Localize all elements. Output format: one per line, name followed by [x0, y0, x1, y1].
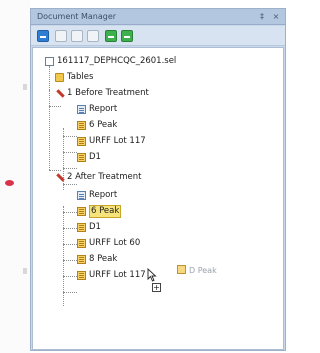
- panel-titlebar: Document Manager ‡ ×: [31, 9, 285, 25]
- pin-icon[interactable]: ‡: [257, 12, 267, 22]
- drag-copy-icon: +: [152, 283, 161, 292]
- sheet-icon: [177, 265, 186, 274]
- new-document-icon[interactable]: [55, 30, 67, 42]
- close-icon[interactable]: ×: [271, 12, 281, 22]
- remove-icon[interactable]: [121, 30, 133, 42]
- report-icon: [77, 191, 86, 200]
- paste-icon[interactable]: [87, 30, 99, 42]
- mouse-cursor-icon: [147, 268, 157, 282]
- sheet-icon: [77, 223, 86, 232]
- document-manager-panel: Document Manager ‡ × 161117_DEPHCQC_2601…: [30, 8, 286, 351]
- sheet-icon: [77, 239, 86, 248]
- sheet-icon: [77, 121, 86, 130]
- document-tree: 161117_DEPHCQC_2601.sel Tables 1 Before …: [32, 47, 284, 350]
- panel-toolbar: [31, 26, 285, 46]
- sheet-icon: [77, 207, 86, 216]
- margin-mark: [23, 84, 27, 90]
- sheet-icon: [77, 153, 86, 162]
- wrench-icon: [55, 173, 64, 182]
- breakpoint-marker: [5, 180, 14, 186]
- sheet-icon: [77, 271, 86, 280]
- report-icon: [77, 105, 86, 114]
- wrench-icon: [55, 89, 64, 98]
- copy-icon[interactable]: [71, 30, 83, 42]
- add-icon[interactable]: [105, 30, 117, 42]
- sheet-icon: [77, 255, 86, 264]
- margin-mark: [23, 268, 27, 274]
- folder-icon: [55, 73, 64, 82]
- sheet-icon: [77, 137, 86, 146]
- expand-icon[interactable]: [37, 30, 49, 42]
- panel-title: Document Manager: [37, 12, 117, 21]
- document-icon: [45, 57, 54, 66]
- left-margin: [0, 0, 30, 353]
